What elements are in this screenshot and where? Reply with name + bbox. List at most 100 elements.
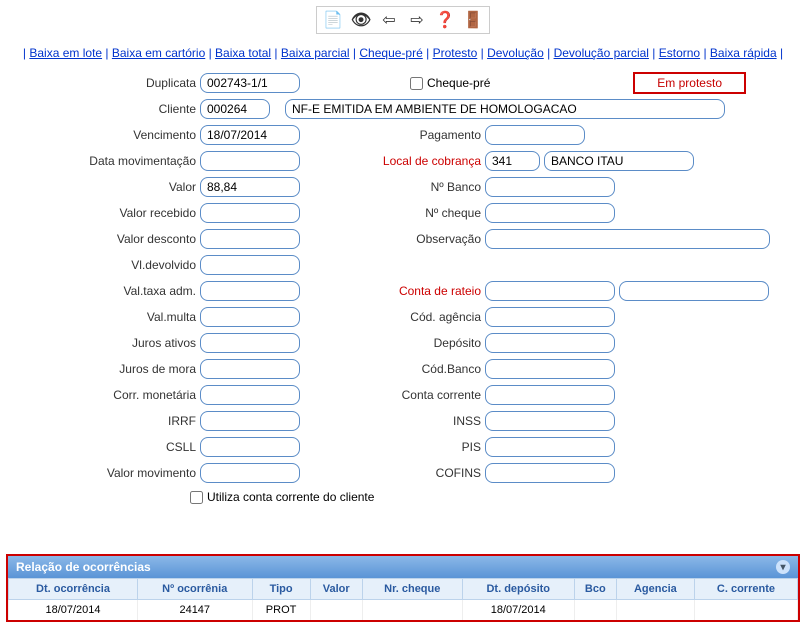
data-mov-label: Data movimentação [20,154,200,168]
search-icon[interactable]: 👁 [349,9,373,31]
csll-label: CSLL [20,440,200,454]
cliente-nome-input[interactable] [285,99,725,119]
conta-rateio-cod-input[interactable] [485,281,615,301]
col-valor[interactable]: Valor [310,579,362,600]
toolbar: 📄 👁 ⇦ ⇨ ❓ 🚪 [0,0,806,40]
col-n-ocorrencia[interactable]: Nº ocorrênia [137,579,252,600]
valor-input[interactable] [200,177,300,197]
local-cobranca-label: Local de cobrança [380,154,485,168]
links-bar: | Baixa em lote | Baixa em cartório | Ba… [0,40,806,72]
link-baixa-total[interactable]: Baixa total [215,46,271,60]
pis-input[interactable] [485,437,615,457]
juros-mora-label: Juros de mora [20,362,200,376]
link-cheque-pre[interactable]: Cheque-pré [359,46,422,60]
utiliza-cc-checkbox[interactable] [190,491,203,504]
val-taxa-adm-label: Val.taxa adm. [20,284,200,298]
val-multa-label: Val.multa [20,310,200,324]
cheque-pre-checkbox-label: Cheque-pré [427,76,490,90]
cofins-input[interactable] [485,463,615,483]
conta-corrente-label: Conta corrente [380,388,485,402]
val-multa-input[interactable] [200,307,300,327]
link-devolucao-parcial[interactable]: Devolução parcial [554,46,649,60]
vl-devolvido-input[interactable] [200,255,300,275]
vl-devolvido-label: Vl.devolvido [20,258,200,272]
utiliza-cc-label: Utiliza conta corrente do cliente [207,490,374,504]
new-icon[interactable]: 📄 [321,9,345,31]
conta-corrente-input[interactable] [485,385,615,405]
occurrences-table: Dt. ocorrência Nº ocorrênia Tipo Valor N… [8,578,798,620]
data-mov-input[interactable] [200,151,300,171]
cheque-pre-checkbox-wrap[interactable]: Cheque-pré [410,76,490,90]
help-icon[interactable]: ❓ [433,9,457,31]
n-cheque-label: Nº cheque [380,206,485,220]
link-estorno[interactable]: Estorno [659,46,700,60]
valor-recebido-label: Valor recebido [20,206,200,220]
valor-label: Valor [20,180,200,194]
link-protesto[interactable]: Protesto [433,46,478,60]
valor-movimento-input[interactable] [200,463,300,483]
observacao-label: Observação [380,232,485,246]
col-dt-ocorrencia[interactable]: Dt. ocorrência [9,579,138,600]
col-nr-cheque[interactable]: Nr. cheque [362,579,462,600]
col-tipo[interactable]: Tipo [252,579,310,600]
link-baixa-rapida[interactable]: Baixa rápida [710,46,777,60]
juros-mora-input[interactable] [200,359,300,379]
form-area: Duplicata Cheque-pré Em protesto Cliente… [0,72,806,504]
grid-title-text: Relação de ocorrências [16,560,151,574]
pagamento-input[interactable] [485,125,585,145]
pis-label: PIS [380,440,485,454]
csll-input[interactable] [200,437,300,457]
n-banco-input[interactable] [485,177,615,197]
cod-agencia-label: Cód. agência [380,310,485,324]
local-cobranca-nome-input[interactable] [544,151,694,171]
link-baixa-cartorio[interactable]: Baixa em cartório [112,46,205,60]
conta-rateio-nome-input[interactable] [619,281,769,301]
col-c-corrente[interactable]: C. corrente [694,579,797,600]
deposito-input[interactable] [485,333,615,353]
corr-monetaria-label: Corr. monetária [20,388,200,402]
inss-label: INSS [380,414,485,428]
link-baixa-parcial[interactable]: Baixa parcial [281,46,350,60]
duplicata-input[interactable] [200,73,300,93]
cofins-label: COFINS [380,466,485,480]
link-devolucao[interactable]: Devolução [487,46,544,60]
cod-agencia-input[interactable] [485,307,615,327]
toolbar-icons: 📄 👁 ⇦ ⇨ ❓ 🚪 [316,6,490,34]
cod-banco-input[interactable] [485,359,615,379]
valor-movimento-label: Valor movimento [20,466,200,480]
local-cobranca-cod-input[interactable] [485,151,540,171]
juros-ativos-label: Juros ativos [20,336,200,350]
next-icon[interactable]: ⇨ [405,9,429,31]
valor-desconto-input[interactable] [200,229,300,249]
observacao-input[interactable] [485,229,770,249]
collapse-icon[interactable]: ▾ [776,560,790,574]
grid-title-bar: Relação de ocorrências ▾ [8,556,798,578]
exit-icon[interactable]: 🚪 [461,9,485,31]
duplicata-label: Duplicata [20,76,200,90]
conta-rateio-label: Conta de rateio [380,284,485,298]
cheque-pre-checkbox[interactable] [410,77,423,90]
col-bco[interactable]: Bco [574,579,616,600]
irrf-label: IRRF [20,414,200,428]
n-cheque-input[interactable] [485,203,615,223]
status-badge: Em protesto [633,72,746,94]
val-taxa-adm-input[interactable] [200,281,300,301]
vencimento-label: Vencimento [20,128,200,142]
cliente-cod-input[interactable] [200,99,270,119]
inss-input[interactable] [485,411,615,431]
col-agencia[interactable]: Agencia [616,579,694,600]
n-banco-label: Nº Banco [380,180,485,194]
valor-recebido-input[interactable] [200,203,300,223]
vencimento-input[interactable] [200,125,300,145]
prev-icon[interactable]: ⇦ [377,9,401,31]
irrf-input[interactable] [200,411,300,431]
corr-monetaria-input[interactable] [200,385,300,405]
juros-ativos-input[interactable] [200,333,300,353]
deposito-label: Depósito [380,336,485,350]
cod-banco-label: Cód.Banco [380,362,485,376]
cliente-label: Cliente [20,102,200,116]
occurrences-grid: Relação de ocorrências ▾ Dt. ocorrência … [6,554,800,622]
col-dt-deposito[interactable]: Dt. depósito [462,579,574,600]
valor-desconto-label: Valor desconto [20,232,200,246]
link-baixa-lote[interactable]: Baixa em lote [29,46,102,60]
